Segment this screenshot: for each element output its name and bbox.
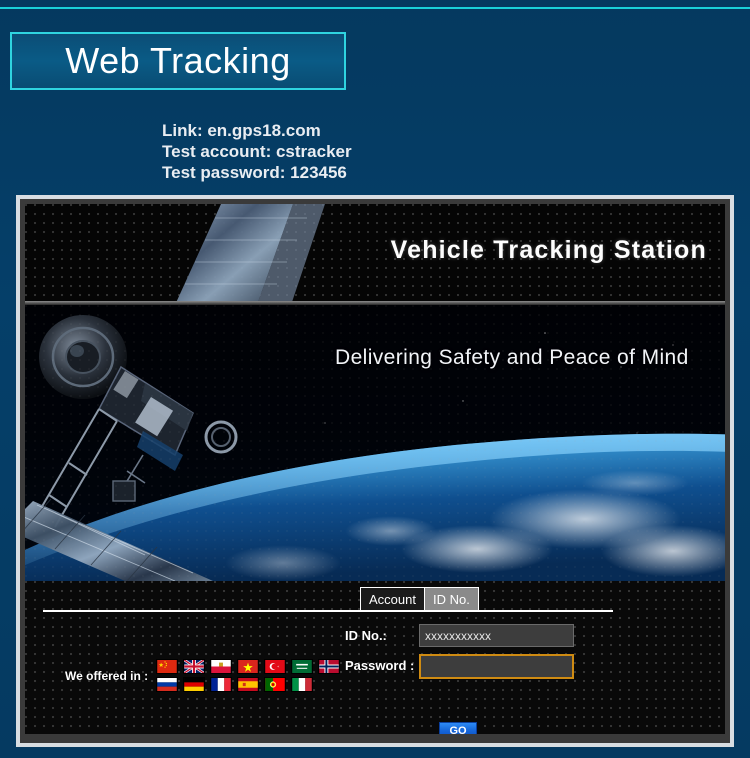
tab-account[interactable]: Account: [360, 587, 424, 610]
credential-link: Link: en.gps18.com: [162, 121, 321, 140]
flag-row-1: [156, 659, 341, 674]
flag-row-2: [156, 677, 340, 692]
go-button[interactable]: GO: [439, 722, 477, 734]
slide-title-plate: Web Tracking: [10, 32, 346, 90]
language-selector: We offered in :: [65, 659, 341, 692]
turkey-flag[interactable]: [264, 659, 287, 674]
site-tagline: Delivering Safety and Peace of Mind: [335, 346, 689, 369]
screenshot-frame: Vehicle Tracking Station Delivering Safe…: [16, 195, 734, 747]
credential-password: Test password: 123456: [162, 163, 347, 182]
tab-account-label: Account: [369, 591, 416, 607]
germany-flag[interactable]: [183, 677, 206, 692]
login-panel: Account ID No. ID No.: Password: [25, 581, 725, 734]
id-no-row: ID No.:: [345, 624, 574, 647]
password-row: Password :: [345, 654, 574, 679]
presentation-slide: Web Tracking Link: en.gps18.com Test acc…: [0, 0, 750, 758]
norway-flag[interactable]: [318, 659, 341, 674]
russia-flag[interactable]: [156, 677, 179, 692]
tab-id-no[interactable]: ID No.: [423, 587, 479, 610]
flag-grid: [156, 659, 341, 692]
password-label: Password :: [345, 658, 415, 673]
tabs-underline: [43, 610, 613, 612]
password-input[interactable]: [419, 654, 574, 679]
italy-flag[interactable]: [291, 677, 314, 692]
spain-flag[interactable]: [237, 677, 260, 692]
poland-flag[interactable]: [210, 659, 233, 674]
vietnam-flag[interactable]: [237, 659, 260, 674]
site-title: Vehicle Tracking Station: [390, 236, 707, 264]
portugal-flag[interactable]: [264, 677, 287, 692]
language-selector-label: We offered in :: [65, 668, 149, 683]
id-no-input[interactable]: [419, 624, 574, 647]
tracking-website: Vehicle Tracking Station Delivering Safe…: [25, 204, 725, 734]
screenshot-frame-inner: Vehicle Tracking Station Delivering Safe…: [20, 199, 730, 743]
united-kingdom-flag[interactable]: [183, 659, 206, 674]
login-tabs: Account ID No.: [360, 587, 479, 610]
header-divider-rule: [25, 301, 725, 305]
page-title: Web Tracking: [65, 40, 291, 81]
login-form: ID No.: Password : GO: [345, 624, 574, 734]
top-accent-rule: [0, 7, 750, 9]
id-no-label: ID No.:: [345, 628, 387, 643]
china-flag[interactable]: [156, 659, 179, 674]
credential-account: Test account: cstracker: [162, 142, 352, 161]
france-flag[interactable]: [210, 677, 233, 692]
tab-id-no-label: ID No.: [432, 591, 470, 607]
credentials-block: Link: en.gps18.com Test account: cstrack…: [162, 120, 352, 183]
saudi-arabia-flag[interactable]: [291, 659, 314, 674]
